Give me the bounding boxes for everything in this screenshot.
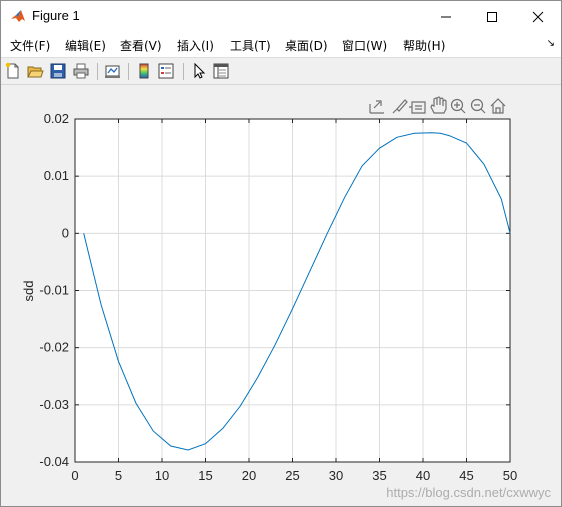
menu-window[interactable]: 窗口(W)	[342, 37, 387, 54]
x-tick-label: 20	[242, 468, 256, 483]
y-tick-label: -0.03	[39, 397, 69, 412]
y-tick-label: 0	[62, 225, 69, 240]
home-icon[interactable]	[490, 98, 506, 114]
y-tick-label: -0.02	[39, 340, 69, 355]
property-inspector-icon[interactable]	[212, 62, 230, 80]
edit-plot-icon[interactable]	[190, 62, 208, 80]
close-icon	[532, 11, 544, 22]
menu-overflow-icon[interactable]: ↘	[547, 38, 555, 49]
y-tick-label: 0.02	[44, 111, 69, 126]
pan-icon[interactable]	[430, 96, 447, 114]
menu-tools[interactable]: 工具(T)	[230, 37, 271, 54]
open-file-icon[interactable]	[26, 62, 44, 80]
toolbar-separator	[128, 63, 129, 80]
new-figure-icon[interactable]	[4, 62, 22, 80]
y-tick-label: 0.01	[44, 168, 69, 183]
window-title: Figure 1	[32, 8, 80, 23]
print-icon[interactable]	[72, 62, 90, 80]
figure-toolbar	[1, 58, 561, 85]
y-tick-labels: 0.02 0.01 0 -0.01 -0.02 -0.03 -0.04	[39, 111, 69, 469]
minimize-icon	[441, 16, 451, 17]
maximize-icon	[487, 11, 497, 22]
menu-edit[interactable]: 编辑(E)	[65, 37, 106, 54]
maximize-button[interactable]	[469, 1, 515, 32]
zoom-in-icon[interactable]	[450, 98, 466, 114]
axes-toolbar	[369, 96, 506, 114]
x-tick-label: 40	[416, 468, 430, 483]
minimize-button[interactable]	[423, 1, 469, 32]
toolbar-separator	[97, 63, 98, 80]
data-tips-icon[interactable]	[409, 101, 426, 114]
menu-insert[interactable]: 插入(I)	[177, 37, 214, 54]
x-tick-label: 10	[155, 468, 169, 483]
x-tick-label: 15	[198, 468, 212, 483]
watermark: https://blog.csdn.net/cxwwyc	[386, 485, 551, 500]
menu-desktop[interactable]: 桌面(D)	[285, 37, 328, 54]
insert-legend-icon[interactable]	[157, 62, 175, 80]
toolbar-separator	[183, 63, 184, 80]
y-tick-label: -0.04	[39, 454, 69, 469]
title-bar[interactable]: Figure 1	[1, 1, 561, 32]
zoom-out-icon[interactable]	[470, 98, 486, 114]
x-tick-label: 30	[329, 468, 343, 483]
x-tick-label: 25	[285, 468, 299, 483]
menu-bar: 文件(F) 编辑(E) 查看(V) 插入(I) 工具(T) 桌面(D) 窗口(W…	[1, 32, 561, 58]
y-tick-label: -0.01	[39, 283, 69, 298]
figure-window: Figure 1 文件(F) 编辑(E) 查看(V) 插入(I) 工具(T) 桌…	[0, 0, 562, 507]
close-button[interactable]	[515, 1, 561, 32]
x-tick-labels: 0 5 10 15 20 25 30 35 40 45 50	[71, 468, 517, 483]
x-tick-label: 45	[459, 468, 473, 483]
brush-icon[interactable]	[392, 99, 408, 114]
matlab-logo-icon	[10, 8, 26, 24]
y-axis-label: sdd	[21, 281, 36, 302]
link-plot-icon[interactable]	[104, 62, 122, 80]
x-tick-label: 0	[71, 468, 78, 483]
save-icon[interactable]	[49, 62, 67, 80]
menu-file[interactable]: 文件(F)	[10, 37, 50, 54]
export-icon[interactable]	[369, 100, 384, 114]
plot-svg: 0 5 10 15 20 25 30 35 40 45 50 0.02 0.01 0 -0.01 -0.02…	[21, 96, 517, 483]
menu-view[interactable]: 查看(V)	[120, 37, 162, 54]
menu-help[interactable]: 帮助(H)	[403, 37, 445, 54]
x-tick-label: 50	[503, 468, 517, 483]
x-tick-label: 5	[115, 468, 122, 483]
insert-colorbar-icon[interactable]	[135, 62, 153, 80]
x-tick-label: 35	[372, 468, 386, 483]
figure-canvas: 0 5 10 15 20 25 30 35 40 45 50 0.02 0.01 0 -0.01 -0.02…	[1, 85, 561, 506]
